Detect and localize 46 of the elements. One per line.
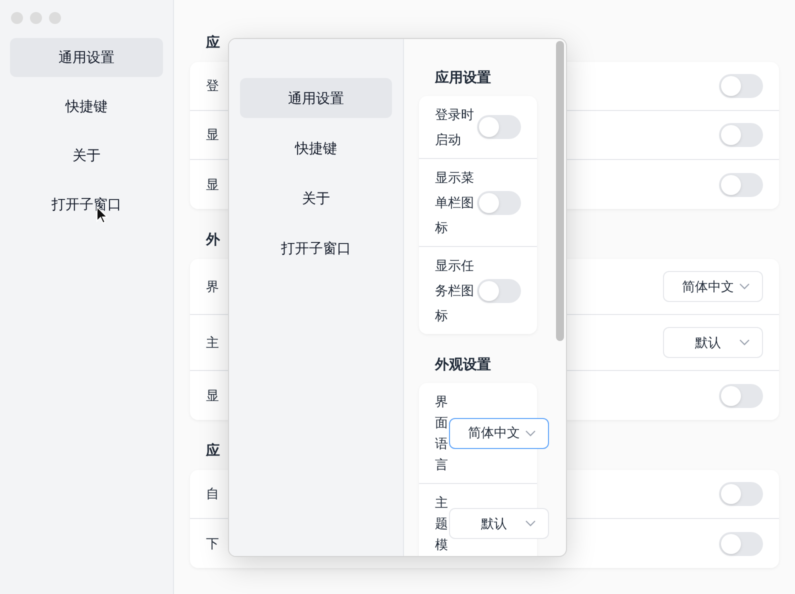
setting-label: 主题模 [435,494,449,554]
toggle-switch[interactable] [477,190,521,214]
window-control-button[interactable] [11,12,23,24]
setting-label: 显 [206,176,219,194]
sidebar-item[interactable]: 打开子窗口 [240,228,392,268]
setting-label: 界 [206,278,219,296]
setting-label: 显示任务栏图标 [435,257,475,325]
sidebar-item[interactable]: 通用设置 [240,78,392,118]
sidebar-item[interactable]: 关于 [240,178,392,218]
section-heading: 外 [206,230,220,249]
toggle-switch[interactable] [477,278,521,302]
chevron-down-icon [739,339,750,346]
toggle-switch[interactable] [719,384,763,408]
toggle-switch[interactable] [719,123,763,147]
toggle-switch[interactable] [719,172,763,196]
dropdown[interactable]: 默认 [663,327,763,358]
toggle-switch[interactable] [477,115,521,139]
setting-label: 显 [206,386,219,405]
setting-label: 主 [206,334,219,352]
setting-label: 登 [206,77,219,96]
setting-label: 自 [206,485,219,504]
section-heading: 应 [206,33,220,52]
chevron-down-icon [739,283,750,290]
section-heading: 应用设置 [434,68,491,87]
sidebar-item[interactable]: 通用设置 [10,38,163,77]
setting-label: 显 [206,126,219,144]
scrollbar-thumb[interactable] [556,41,564,341]
dropdown[interactable]: 简体中文 [449,418,549,448]
chevron-down-icon [525,520,536,527]
window-control-button[interactable] [49,12,61,24]
sidebar-item[interactable]: 关于 [10,136,163,175]
sidebar-item[interactable]: 快捷键 [240,128,392,168]
setting-label: 界面语言 [435,393,449,474]
sidebar-item[interactable]: 快捷键 [10,87,163,126]
setting-label: 显示菜单栏图标 [435,169,475,237]
dropdown[interactable]: 默认 [449,508,549,539]
section-heading: 外观设置 [435,355,491,374]
section-heading: 应 [206,441,220,460]
dropdown[interactable]: 简体中文 [663,271,763,302]
toggle-switch[interactable] [719,482,763,506]
toggle-switch[interactable] [719,532,763,556]
window-control-button[interactable] [30,12,42,24]
setting-label: 登录时启动 [435,106,475,149]
chevron-down-icon [525,430,536,436]
setting-label: 下 [206,534,219,553]
toggle-switch[interactable] [719,74,763,98]
